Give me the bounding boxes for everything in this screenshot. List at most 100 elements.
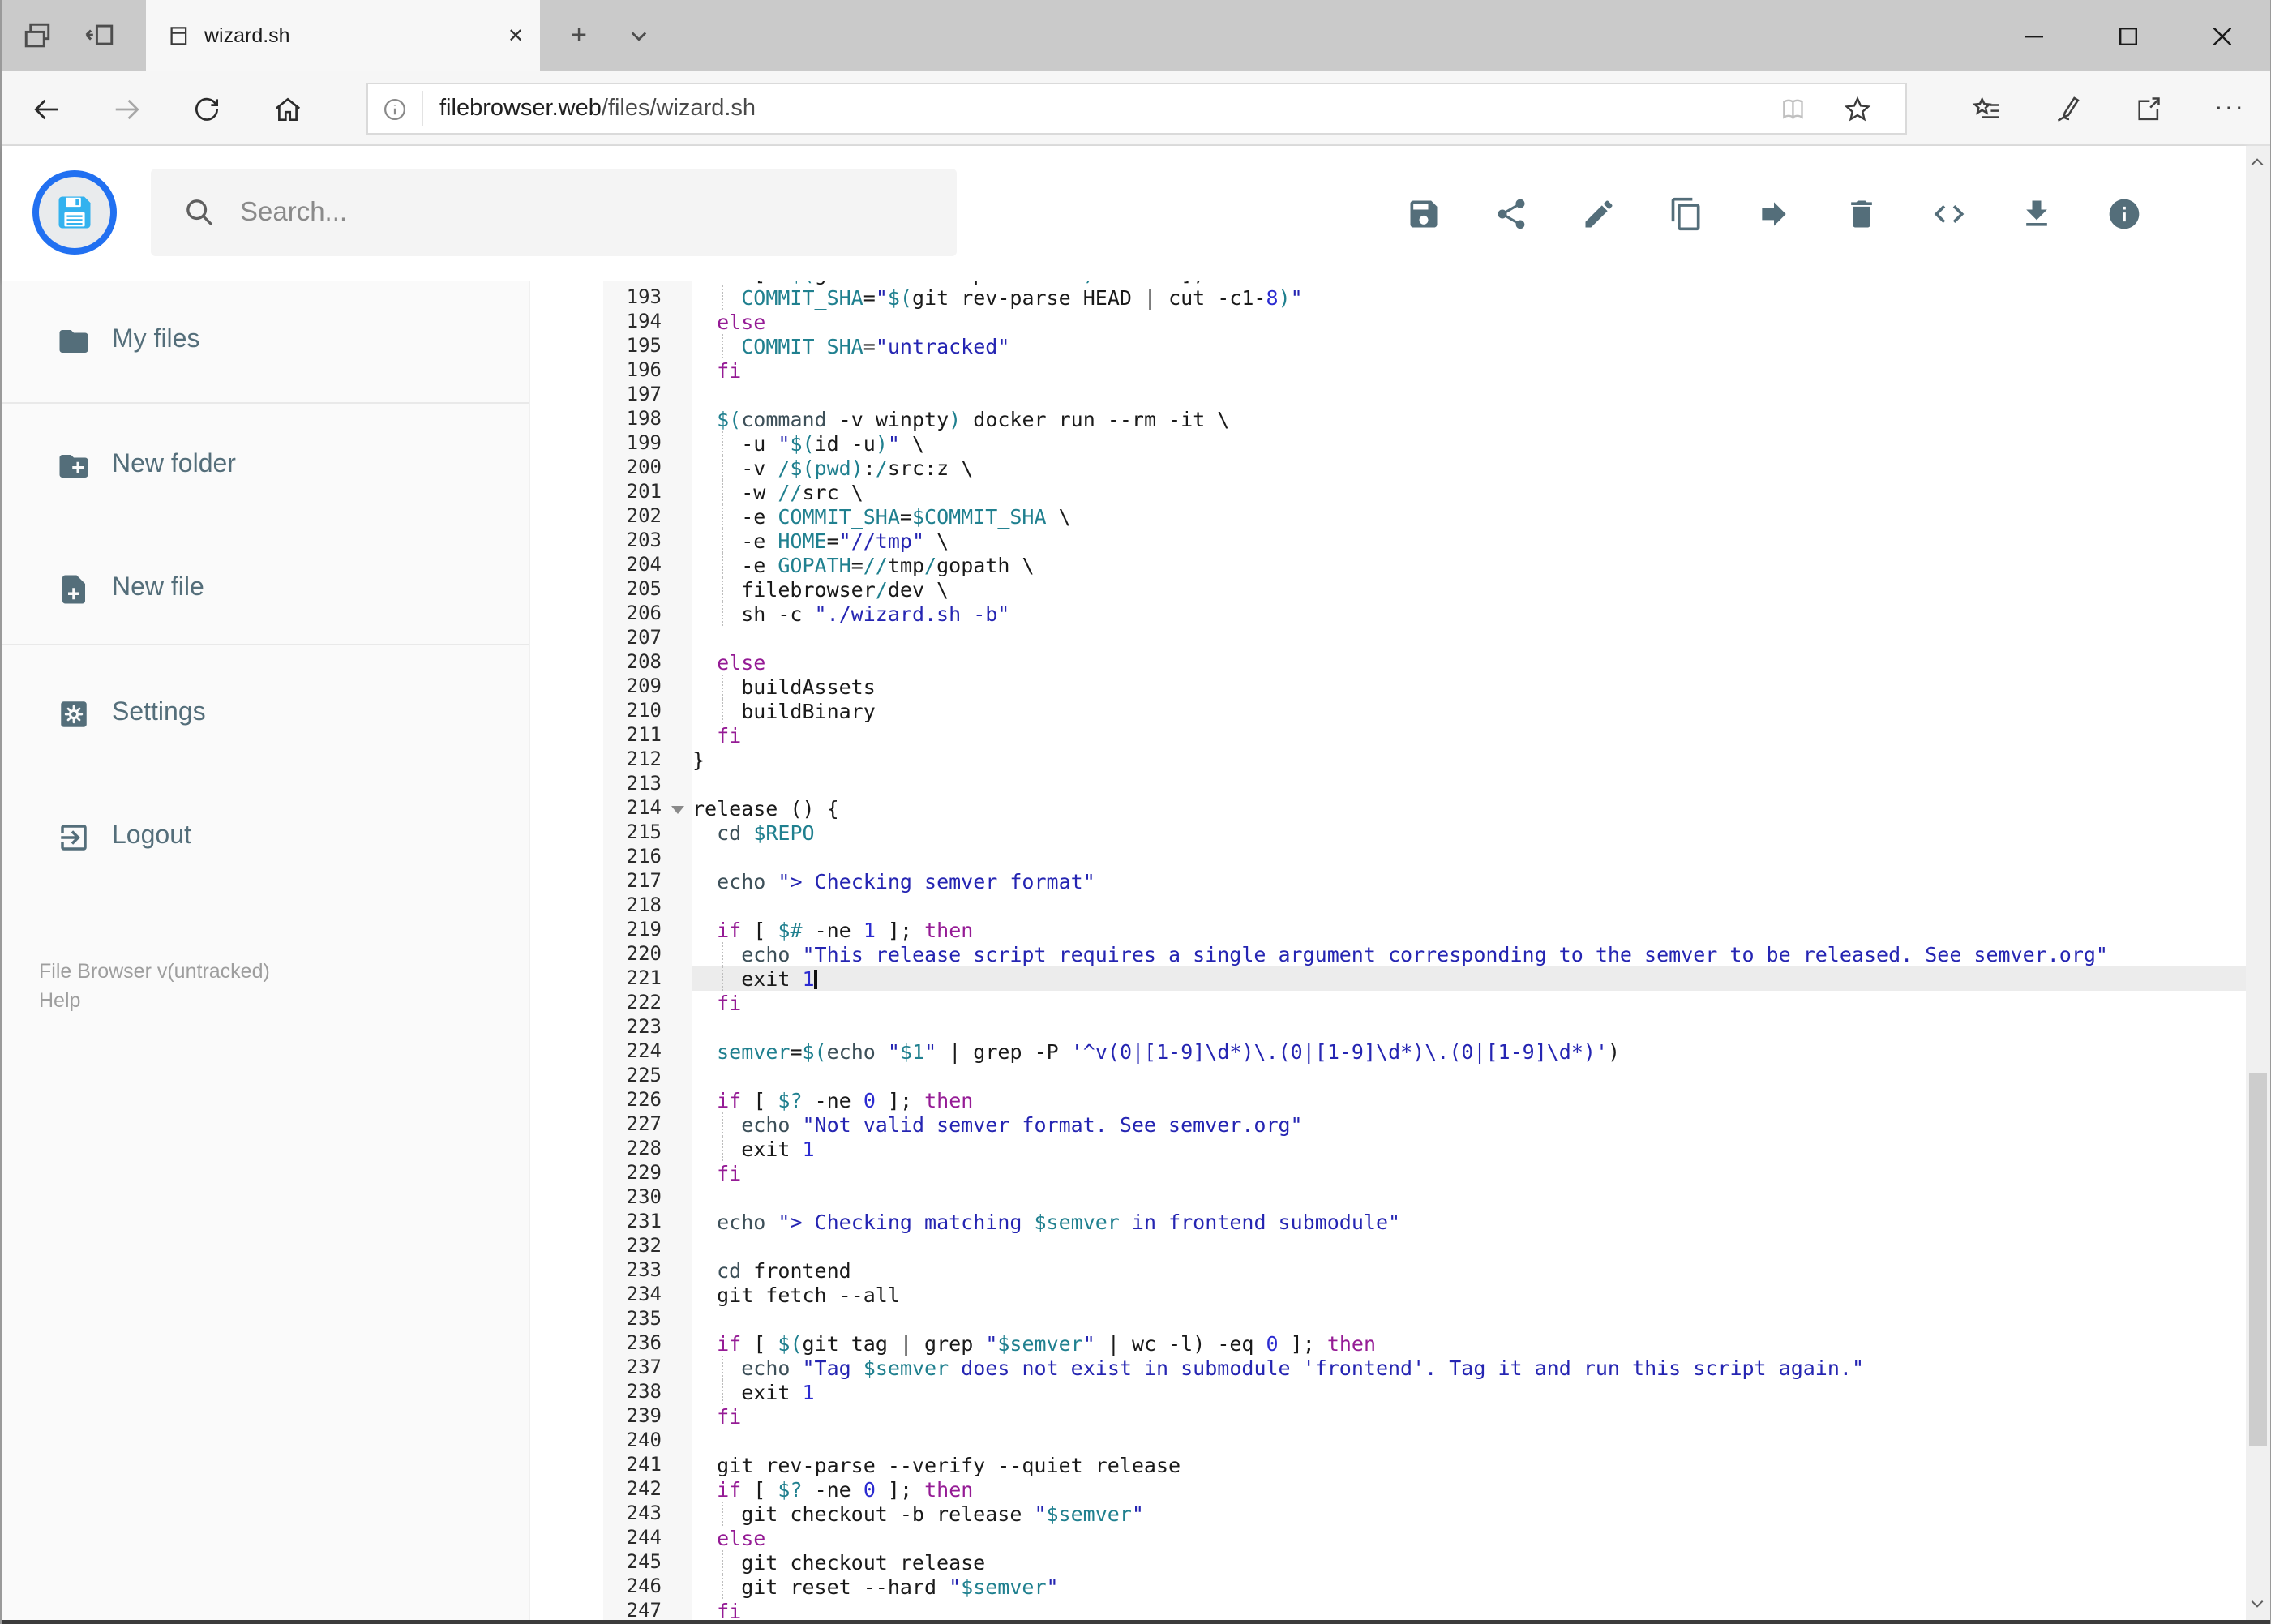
code-line[interactable]: COMMIT_SHA="$(git rev-parse HEAD | cut -…: [692, 285, 2245, 310]
code-line[interactable]: if [ $? -ne 0 ]; then: [692, 1477, 2245, 1502]
fold-marker-icon[interactable]: [671, 806, 684, 814]
code-line[interactable]: sh -c "./wizard.sh -b": [692, 602, 2245, 626]
code-line[interactable]: else: [692, 650, 2245, 675]
code-line[interactable]: if [ $# -ne 1 ]; then: [692, 918, 2245, 942]
code-line[interactable]: [692, 1429, 2245, 1453]
code-line[interactable]: echo "> Checking semver format": [692, 869, 2245, 893]
scrollbar-thumb[interactable]: [2248, 1073, 2266, 1446]
code-line[interactable]: git reset --hard "$semver": [692, 1575, 2245, 1599]
code-line[interactable]: buildBinary: [692, 699, 2245, 723]
code-line[interactable]: [692, 893, 2245, 918]
move-button[interactable]: [1729, 169, 1817, 257]
code-line[interactable]: [692, 772, 2245, 796]
code-line[interactable]: exit 1: [692, 966, 2245, 991]
code-line[interactable]: filebrowser/dev \: [692, 577, 2245, 602]
code-line[interactable]: if [ $? -ne 0 ]; then: [692, 1088, 2245, 1112]
sidebar-item-new-folder[interactable]: New folder: [2, 430, 529, 501]
download-button[interactable]: [1992, 169, 2080, 257]
close-tab-icon[interactable]: ✕: [491, 24, 540, 47]
code-line[interactable]: git rev-parse --verify --quiet release: [692, 1453, 2245, 1477]
forward-icon[interactable]: [112, 94, 143, 125]
code-line[interactable]: -e COMMIT_SHA=$COMMIT_SHA \: [692, 504, 2245, 529]
copy-button[interactable]: [1642, 169, 1729, 257]
address-bar[interactable]: filebrowser.web/files/wizard.sh: [366, 83, 1907, 135]
code-line[interactable]: -e HOME="//tmp" \: [692, 529, 2245, 553]
code-line[interactable]: cd $REPO: [692, 821, 2245, 845]
sidebar-item-new-file[interactable]: New file: [2, 553, 529, 624]
code-line[interactable]: else: [692, 1526, 2245, 1550]
share-page-icon[interactable]: [2132, 94, 2163, 125]
new-tab-icon[interactable]: +: [558, 0, 600, 71]
editor-code-area[interactable]: if [ "$(git status --porcelain)" = "" ];…: [692, 281, 2245, 1623]
code-line[interactable]: [692, 1015, 2245, 1039]
code-line[interactable]: git checkout release: [692, 1550, 2245, 1575]
tab-list-dropdown-icon[interactable]: [628, 24, 650, 47]
browser-tab[interactable]: wizard.sh ✕: [146, 0, 540, 71]
share-button[interactable]: [1467, 169, 1554, 257]
code-line[interactable]: echo "> Checking matching $semver in fro…: [692, 1210, 2245, 1234]
code-line[interactable]: fi: [692, 1404, 2245, 1429]
code-line[interactable]: [692, 1185, 2245, 1210]
close-window-icon[interactable]: [2175, 0, 2269, 71]
code-line[interactable]: cd frontend: [692, 1258, 2245, 1283]
delete-button[interactable]: [1817, 169, 1905, 257]
code-line[interactable]: [692, 845, 2245, 869]
tab-preview-icon[interactable]: [19, 18, 55, 54]
code-line[interactable]: buildAssets: [692, 675, 2245, 699]
code-line[interactable]: }: [692, 748, 2245, 772]
save-button[interactable]: [1379, 169, 1467, 257]
code-line[interactable]: fi: [692, 358, 2245, 383]
page-scrollbar[interactable]: [2245, 146, 2269, 1624]
code-line[interactable]: fi: [692, 991, 2245, 1015]
code-line[interactable]: -e GOPATH=//tmp/gopath \: [692, 553, 2245, 577]
minimize-icon[interactable]: [1987, 0, 2081, 71]
code-line[interactable]: fi: [692, 1161, 2245, 1185]
url-text[interactable]: filebrowser.web/files/wizard.sh: [439, 96, 1779, 122]
code-line[interactable]: [692, 1307, 2245, 1331]
code-line[interactable]: semver=$(echo "$1" | grep -P '^v(0|[1-9]…: [692, 1039, 2245, 1064]
reading-view-icon[interactable]: [1779, 93, 1810, 124]
code-line[interactable]: -v /$(pwd):/src:z \: [692, 456, 2245, 480]
code-line[interactable]: exit 1: [692, 1380, 2245, 1404]
code-line[interactable]: COMMIT_SHA="untracked": [692, 334, 2245, 358]
code-line[interactable]: release () {: [692, 796, 2245, 821]
search-box[interactable]: [151, 169, 957, 256]
code-line[interactable]: if [ $(git tag | grep "$semver" | wc -l)…: [692, 1331, 2245, 1356]
scroll-down-icon[interactable]: [2245, 1592, 2269, 1616]
back-icon[interactable]: [31, 94, 62, 125]
home-icon[interactable]: [272, 94, 303, 125]
code-line[interactable]: else: [692, 310, 2245, 334]
code-line[interactable]: [692, 1064, 2245, 1088]
help-link[interactable]: Help: [39, 986, 270, 1015]
filebrowser-logo[interactable]: [32, 170, 117, 255]
code-line[interactable]: git fetch --all: [692, 1283, 2245, 1307]
code-line[interactable]: git checkout -b release "$semver": [692, 1502, 2245, 1526]
code-line[interactable]: [692, 1234, 2245, 1258]
code-line[interactable]: exit 1: [692, 1137, 2245, 1161]
code-line[interactable]: [692, 626, 2245, 650]
set-aside-tabs-icon[interactable]: [83, 18, 118, 54]
code-line[interactable]: echo "This release script requires a sin…: [692, 942, 2245, 966]
maximize-icon[interactable]: [2081, 0, 2175, 71]
edit-button[interactable]: [1554, 169, 1642, 257]
more-options-icon[interactable]: ···: [2207, 88, 2252, 130]
code-line[interactable]: echo "Tag $semver does not exist in subm…: [692, 1356, 2245, 1380]
code-line[interactable]: $(command -v winpty) docker run --rm -it…: [692, 407, 2245, 431]
refresh-icon[interactable]: [191, 94, 222, 125]
code-line[interactable]: [692, 383, 2245, 407]
code-line[interactable]: -u "$(id -u)" \: [692, 431, 2245, 456]
code-line[interactable]: fi: [692, 723, 2245, 748]
hub-icon[interactable]: [1972, 94, 2003, 125]
scroll-up-icon[interactable]: [2245, 149, 2269, 174]
info-button[interactable]: [2080, 169, 2167, 257]
search-input[interactable]: [237, 195, 957, 229]
code-editor[interactable]: 1921931941951961971981992002012022032042…: [530, 281, 2245, 1624]
sidebar-item-my-files[interactable]: My files: [2, 305, 529, 376]
web-note-icon[interactable]: [2053, 94, 2084, 125]
code-line[interactable]: echo "Not valid semver format. See semve…: [692, 1112, 2245, 1137]
code-line[interactable]: -w //src \: [692, 480, 2245, 504]
sidebar-item-settings[interactable]: Settings: [2, 678, 529, 749]
favorite-star-icon[interactable]: [1842, 93, 1873, 124]
code-button[interactable]: [1905, 169, 1992, 257]
page-info-icon[interactable]: [383, 96, 407, 121]
